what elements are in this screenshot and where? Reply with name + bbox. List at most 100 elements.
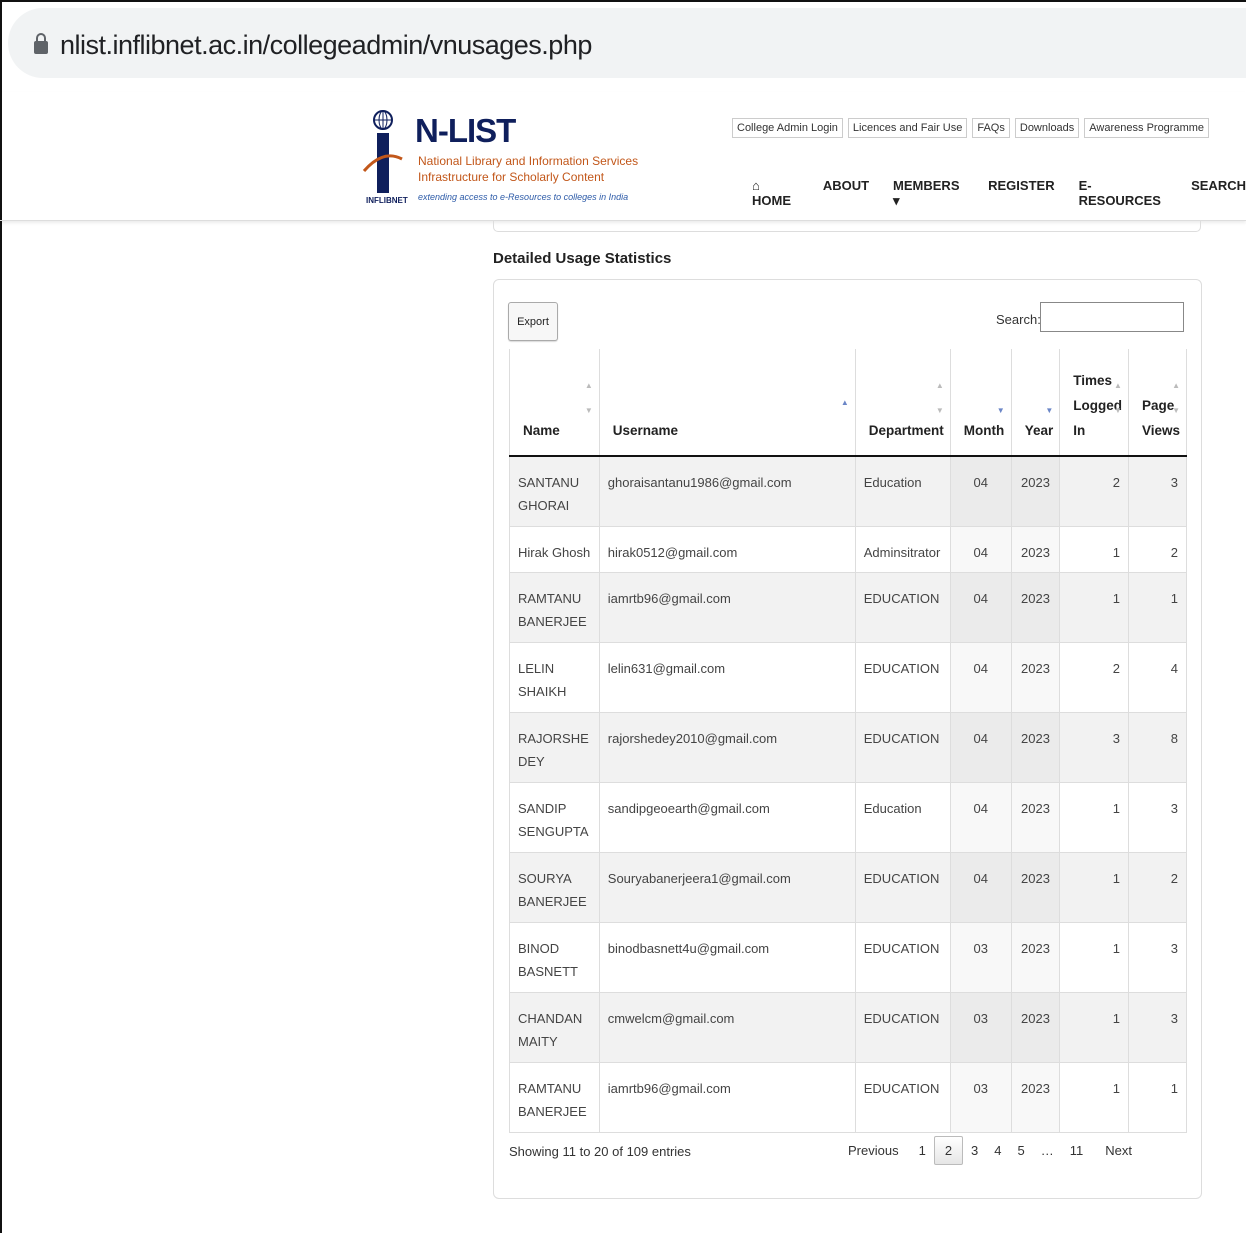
- cell-year: 2023: [1011, 922, 1061, 993]
- cell-department: Adminsitrator: [855, 526, 951, 573]
- url-text[interactable]: nlist.inflibnet.ac.in/collegeadmin/vnusa…: [60, 30, 592, 61]
- table-row: RAJORSHE DEY rajorshedey2010@gmail.com EDU…: [509, 712, 1188, 783]
- cell-year: 2023: [1011, 992, 1061, 1063]
- nav-e-resources[interactable]: E-RESOURCES: [1079, 178, 1168, 209]
- cell-times-logged-in: 1: [1059, 1062, 1129, 1133]
- cell-page-views: 2: [1128, 852, 1188, 923]
- col-name[interactable]: Name ▲ ▼: [509, 349, 600, 457]
- cell-name: CHANDAN MAITY: [509, 992, 600, 1063]
- sort-icon: ▲ ▼: [1114, 381, 1122, 415]
- entries-info: Showing 11 to 20 of 109 entries: [509, 1144, 691, 1159]
- nav-register[interactable]: REGISTER: [988, 178, 1054, 209]
- top-links: College Admin Login Licences and Fair Us…: [732, 118, 1210, 138]
- cell-name: BINOD BASNETT: [509, 922, 600, 993]
- table-row: Hirak Ghosh hirak0512@gmail.com Adminsitra…: [509, 526, 1188, 573]
- cell-department: EDUCATION: [855, 922, 951, 993]
- logo-title[interactable]: N-LIST: [415, 112, 516, 150]
- col-username-label: Username: [612, 423, 679, 438]
- cell-month: 04: [950, 526, 1012, 573]
- sort-desc-icon: ▼: [1045, 406, 1054, 415]
- col-username[interactable]: Username ▲: [599, 349, 856, 457]
- cell-year: 2023: [1011, 712, 1061, 783]
- col-month[interactable]: Month ▼: [950, 349, 1012, 457]
- cell-times-logged-in: 1: [1059, 526, 1129, 573]
- cell-department: Education: [855, 782, 951, 853]
- nav-search[interactable]: SEARCH: [1191, 178, 1246, 209]
- cell-username: ghoraisantanu1986@gmail.com: [599, 456, 856, 527]
- page-2-current[interactable]: 2: [933, 1136, 964, 1165]
- page-3[interactable]: 3: [963, 1137, 986, 1164]
- col-page-views[interactable]: Page Views ▲ ▼: [1128, 349, 1188, 457]
- pagination-next[interactable]: Next: [1097, 1137, 1140, 1164]
- logo-subtitle-2: Infrastructure for Scholarly Content: [418, 170, 605, 184]
- nav-members[interactable]: MEMBERS ▾: [893, 178, 964, 209]
- cell-page-views: 1: [1128, 572, 1188, 643]
- table-row: SOURYA BANERJEE Souryabanerjeera1@gmail.c…: [509, 852, 1188, 923]
- table-row: LELIN SHAIKH lelin631@gmail.com EDUCATION 0…: [509, 642, 1188, 713]
- cell-department: EDUCATION: [855, 1062, 951, 1133]
- table-row: RAMTANU BANERJEE iamrtb96@gmail.com EDUCAT…: [509, 572, 1188, 643]
- cell-page-views: 2: [1128, 526, 1188, 573]
- header-panel-bottom: [493, 220, 1201, 232]
- usage-table: Name ▲ ▼ Username ▲ Department ▲ ▼ Month ▼ Yea…: [509, 349, 1188, 1133]
- col-times-logged-in[interactable]: Times Logged In ▲ ▼: [1059, 349, 1129, 457]
- cell-page-views: 4: [1128, 642, 1188, 713]
- cell-month: 03: [950, 992, 1012, 1063]
- col-department-label: Department: [868, 423, 944, 438]
- cell-username: binodbasnett4u@gmail.com: [599, 922, 856, 993]
- cell-department: EDUCATION: [855, 852, 951, 923]
- pagination: Previous 1 2 3 4 5 … 11 Next: [840, 1136, 1140, 1165]
- table-body: SANTANU GHORAI ghoraisantanu1986@gmail.co…: [509, 456, 1188, 1133]
- page-5[interactable]: 5: [1010, 1137, 1033, 1164]
- nav-home[interactable]: ⌂ HOME: [752, 178, 799, 209]
- cell-month: 03: [950, 922, 1012, 993]
- page-11[interactable]: 11: [1062, 1137, 1092, 1164]
- search-input[interactable]: [1040, 302, 1184, 332]
- cell-name: RAMTANU BANERJEE: [509, 1062, 600, 1133]
- cell-times-logged-in: 1: [1059, 572, 1129, 643]
- downloads-link[interactable]: Downloads: [1014, 118, 1080, 138]
- pagination-previous[interactable]: Previous: [840, 1137, 907, 1164]
- page-title: Detailed Usage Statistics: [493, 250, 672, 267]
- nav-about[interactable]: ABOUT: [823, 178, 869, 209]
- awareness-programme-link[interactable]: Awareness Programme: [1084, 118, 1210, 138]
- cell-month: 04: [950, 852, 1012, 923]
- licences-link[interactable]: Licences and Fair Use: [847, 118, 968, 138]
- college-admin-login-link[interactable]: College Admin Login: [732, 118, 843, 138]
- cell-times-logged-in: 1: [1059, 922, 1129, 993]
- cell-page-views: 3: [1128, 992, 1188, 1063]
- pagination-ellipsis: …: [1040, 1143, 1054, 1158]
- page-1[interactable]: 1: [911, 1137, 934, 1164]
- cell-page-views: 3: [1128, 922, 1188, 993]
- page-4[interactable]: 4: [986, 1137, 1009, 1164]
- sort-desc-icon: ▼: [996, 406, 1005, 415]
- cell-page-views: 1: [1128, 1062, 1188, 1133]
- cell-page-views: 3: [1128, 456, 1188, 527]
- cell-year: 2023: [1011, 782, 1061, 853]
- cell-username: sandipgeoearth@gmail.com: [599, 782, 856, 853]
- site-header: INFLIBNET N-LIST National Library and In…: [0, 92, 1246, 221]
- col-department[interactable]: Department ▲ ▼: [855, 349, 951, 457]
- search-label: Search:: [996, 312, 1041, 327]
- col-year[interactable]: Year ▼: [1011, 349, 1061, 457]
- sort-asc-icon: ▲: [840, 398, 849, 407]
- cell-times-logged-in: 2: [1059, 642, 1129, 713]
- col-name-label: Name: [523, 423, 560, 438]
- export-button[interactable]: Export: [508, 302, 558, 341]
- faqs-link[interactable]: FAQs: [972, 118, 1010, 138]
- cell-username: rajorshedey2010@gmail.com: [599, 712, 856, 783]
- cell-username: lelin631@gmail.com: [599, 642, 856, 713]
- cell-username: Souryabanerjeera1@gmail.com: [599, 852, 856, 923]
- cell-times-logged-in: 1: [1059, 782, 1129, 853]
- address-bar[interactable]: nlist.inflibnet.ac.in/collegeadmin/vnusa…: [8, 8, 1246, 78]
- cell-page-views: 3: [1128, 782, 1188, 853]
- inflibnet-label: INFLIBNET: [366, 196, 408, 205]
- table-row: SANTANU GHORAI ghoraisantanu1986@gmail.co…: [509, 456, 1188, 527]
- sort-icon: ▲ ▼: [935, 381, 944, 415]
- table-row: RAMTANU BANERJEE iamrtb96@gmail.com EDUCAT…: [509, 1062, 1188, 1133]
- cell-year: 2023: [1011, 456, 1061, 527]
- col-month-label: Month: [963, 423, 1005, 438]
- cell-name: SANTANU GHORAI: [509, 456, 600, 527]
- cell-department: Education: [855, 456, 951, 527]
- cell-times-logged-in: 2: [1059, 456, 1129, 527]
